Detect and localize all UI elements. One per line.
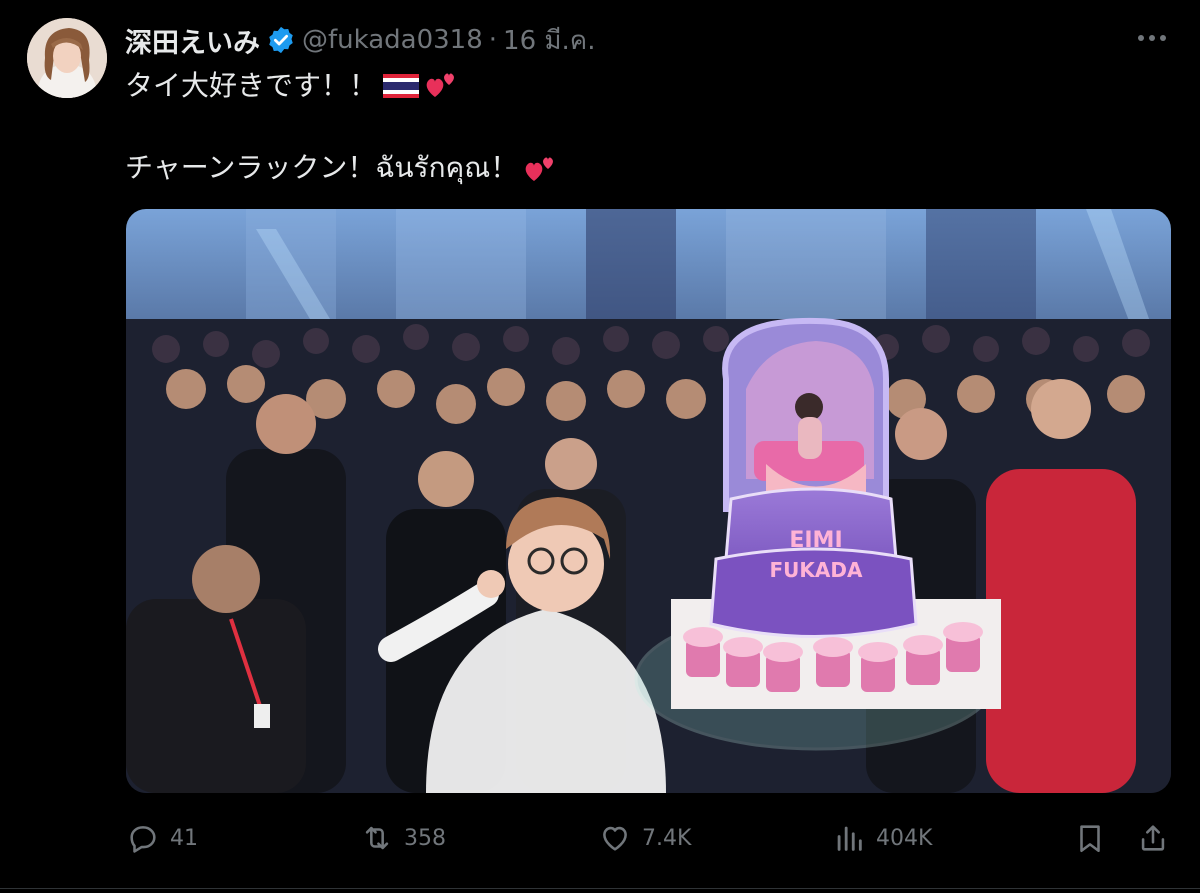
reply-icon <box>130 826 156 853</box>
analytics-icon <box>837 826 862 851</box>
divider <box>0 888 1200 889</box>
post-media-photo[interactable]: EIMI FUKADA <box>126 209 1171 793</box>
thailand-flag-icon <box>383 72 420 98</box>
avatar[interactable] <box>27 18 107 98</box>
post-date[interactable]: 16 มี.ค. <box>503 20 595 61</box>
post-actions-bar: 41 358 7.4K 404K <box>0 810 1200 870</box>
verified-badge-icon <box>266 25 296 55</box>
reply-button[interactable]: 41 <box>126 810 198 866</box>
views-button[interactable]: 404K <box>832 810 932 866</box>
two-hearts-icon <box>425 69 459 99</box>
reply-count: 41 <box>170 825 198 851</box>
share-button[interactable] <box>1136 810 1170 866</box>
more-horizontal-icon[interactable] <box>1136 24 1168 44</box>
repost-button[interactable]: 358 <box>360 810 446 866</box>
bookmark-button[interactable] <box>1073 810 1107 866</box>
two-hearts-icon <box>524 153 558 183</box>
like-button[interactable]: 7.4K <box>598 810 691 866</box>
avatar-photo <box>27 18 107 98</box>
heart-icon <box>603 826 627 851</box>
view-count: 404K <box>876 825 933 851</box>
author-handle[interactable]: @fukada0318 <box>302 25 483 55</box>
repost-count: 358 <box>404 825 446 851</box>
post-text-jp: タイ大好きです！！ <box>125 69 378 102</box>
cake-text-fukada: FUKADA <box>770 558 863 582</box>
post-text-mixed: チャーンラックン！ฉันรักคุณ！ <box>125 151 519 184</box>
cake-text-eimi: EIMI <box>789 528 842 553</box>
share-icon <box>1141 825 1165 851</box>
repost-icon <box>365 826 389 850</box>
bookmark-icon <box>1080 825 1100 853</box>
separator-dot: · <box>488 25 498 55</box>
post-header: 深田えいみ @fukada0318 · 16 มี.ค. <box>125 20 595 60</box>
like-count: 7.4K <box>642 825 692 851</box>
author-display-name[interactable]: 深田えいみ <box>125 21 260 60</box>
post-text-line-1: タイ大好きです！！ <box>125 64 459 104</box>
post-text-line-2: チャーンラックン！ฉันรักคุณ！ <box>125 146 558 190</box>
tweet: 深田えいみ @fukada0318 · 16 มี.ค. タイ大好きです！！ チ… <box>0 0 1200 893</box>
